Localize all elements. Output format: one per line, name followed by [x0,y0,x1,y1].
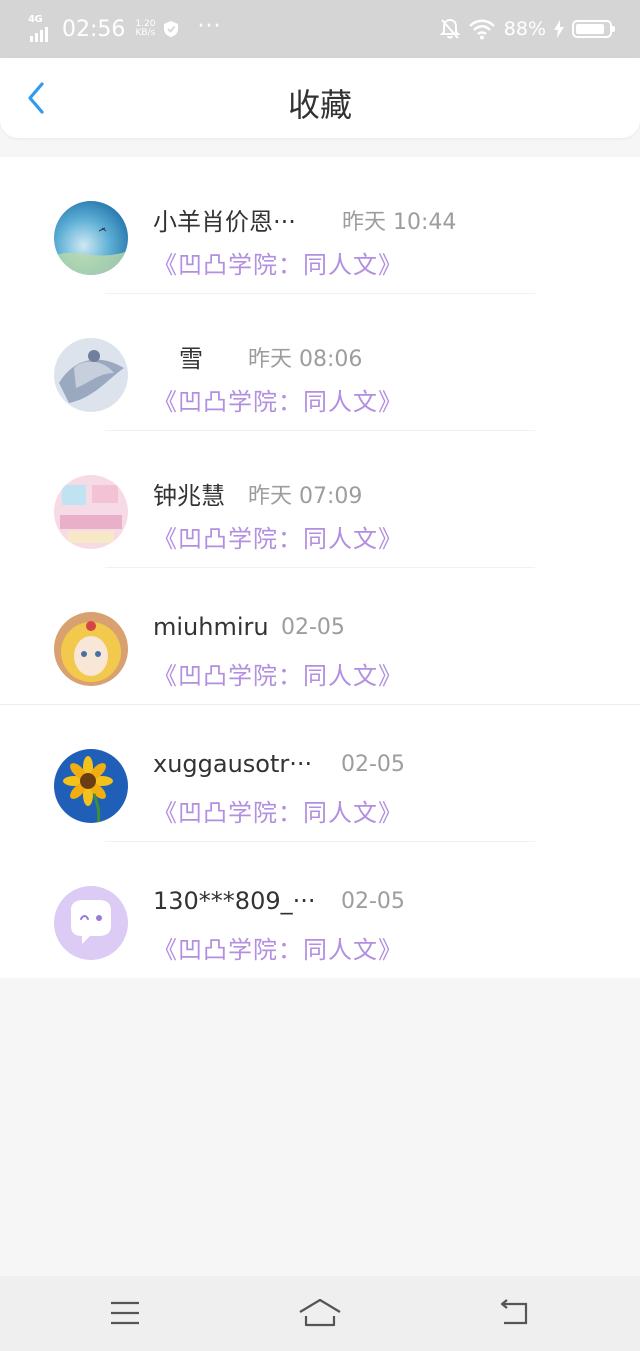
avatar[interactable] [54,612,128,686]
timestamp: 昨天 07:09 [248,484,363,509]
battery-icon [572,20,615,38]
network-speed: 1.20 KB/s [135,19,156,38]
top-app-bar: 收藏 [0,58,640,138]
page-title: 收藏 [287,86,352,124]
menu-icon [111,1301,139,1325]
user-name: 钟兆慧 [153,482,225,510]
status-time: 02:56 [62,16,126,42]
shield-icon [164,21,179,37]
user-name: 130***809_··· [153,887,316,915]
work-title[interactable]: 《凹凸学院：同人文》 [153,519,403,554]
list-item[interactable]: xuggausotr··· 02-05 《凹凸学院：同人文》 [0,705,640,842]
home-icon [299,1298,341,1327]
user-name: miuhmiru [153,613,269,641]
user-name: 雪 [179,345,203,373]
avatar[interactable] [54,749,128,823]
home-button[interactable] [290,1290,350,1336]
default-avatar-icon [54,886,128,960]
timestamp: 昨天 08:06 [248,347,363,372]
charging-bolt-icon [554,20,564,38]
timestamp: 02-05 [341,889,405,914]
favorites-list: 小羊肖价恩··· 昨天 10:44 《凹凸学院：同人文》 雪 昨天 08:06 … [0,157,640,978]
back-nav-icon [500,1299,528,1325]
list-item[interactable]: miuhmiru 02-05 《凹凸学院：同人文》 [0,568,640,705]
avatar[interactable] [54,475,128,549]
avatar[interactable] [54,886,128,960]
timestamp: 昨天 10:44 [342,210,457,235]
work-title[interactable]: 《凹凸学院：同人文》 [153,793,403,828]
avatar[interactable] [54,201,128,275]
status-bar: 4G 02:56 1.20 KB/s ··· 88% [0,0,640,58]
timestamp: 02-05 [281,615,345,640]
more-notifications-icon: ··· [197,13,222,39]
work-title[interactable]: 《凹凸学院：同人文》 [153,382,403,417]
work-title[interactable]: 《凹凸学院：同人文》 [153,245,403,280]
user-name: xuggausotr··· [153,750,313,778]
list-item[interactable]: 小羊肖价恩··· 昨天 10:44 《凹凸学院：同人文》 [0,157,640,294]
back-nav-button[interactable] [485,1290,545,1336]
work-title[interactable]: 《凹凸学院：同人文》 [153,930,403,965]
wifi-icon [468,19,495,40]
avatar[interactable] [54,338,128,412]
cellular-signal-icon: 4G [28,14,54,42]
system-nav-bar [0,1276,640,1351]
timestamp: 02-05 [341,752,405,777]
menu-button[interactable] [95,1290,155,1336]
work-title[interactable]: 《凹凸学院：同人文》 [153,656,403,691]
list-item[interactable]: 雪 昨天 08:06 《凹凸学院：同人文》 [0,294,640,431]
bell-muted-icon [439,18,460,39]
list-item[interactable]: 钟兆慧 昨天 07:09 《凹凸学院：同人文》 [0,431,640,568]
user-name: 小羊肖价恩··· [153,208,296,236]
list-item[interactable]: 130***809_··· 02-05 《凹凸学院：同人文》 [0,842,640,978]
battery-percent: 88% [503,18,546,40]
